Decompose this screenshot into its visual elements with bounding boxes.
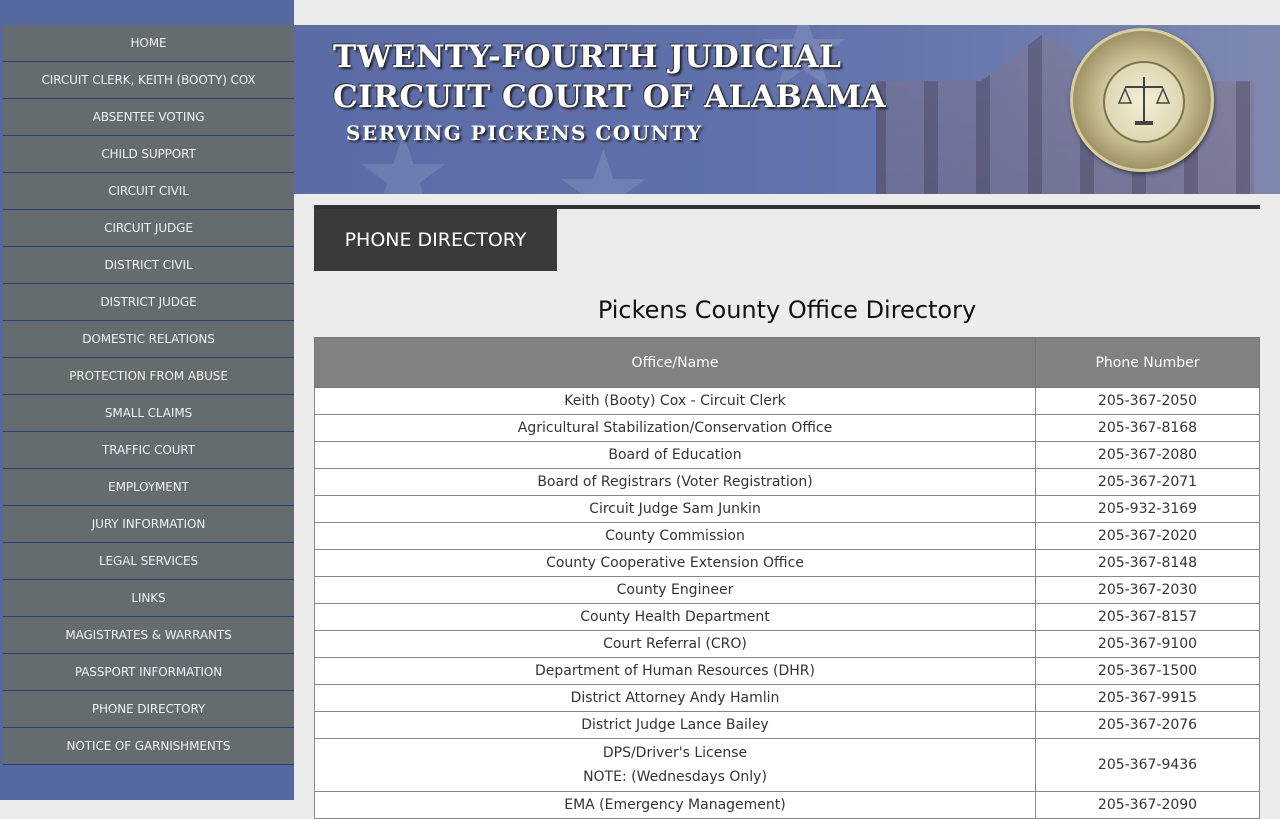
phone-number: 205-367-2030 bbox=[1035, 576, 1260, 604]
phone-number: 205-367-8148 bbox=[1035, 549, 1260, 577]
office-name: District Judge Lance Bailey bbox=[314, 711, 1036, 739]
phone-number: 205-367-2050 bbox=[1035, 387, 1260, 415]
site-subtitle: SERVING PICKENS COUNTY bbox=[346, 121, 703, 145]
sidebar-item-absentee-voting[interactable]: ABSENTEE VOTING bbox=[3, 99, 294, 136]
sidebar-item-circuit-judge[interactable]: CIRCUIT JUDGE bbox=[3, 210, 294, 247]
scales-of-justice-icon bbox=[1117, 77, 1171, 125]
state-seal-logo bbox=[1070, 28, 1214, 172]
sidebar-item-child-support[interactable]: CHILD SUPPORT bbox=[3, 136, 294, 173]
table-row: Board of Registrars (Voter Registration)… bbox=[314, 468, 1260, 496]
sidebar-item-phone-directory[interactable]: PHONE DIRECTORY bbox=[3, 691, 294, 728]
sidebar-item-magistrates-warrants[interactable]: MAGISTRATES & WARRANTS bbox=[3, 617, 294, 654]
phone-number: 205-367-2020 bbox=[1035, 522, 1260, 550]
table-row: County Health Department 205-367-8157 bbox=[314, 603, 1260, 631]
office-name: County Cooperative Extension Office bbox=[314, 549, 1036, 577]
office-note: NOTE: (Wednesdays Only) bbox=[583, 769, 767, 785]
office-name: Court Referral (CRO) bbox=[314, 630, 1036, 658]
table-header-row: Office/Name Phone Number bbox=[314, 337, 1260, 388]
sidebar-item-home[interactable]: HOME bbox=[3, 25, 294, 62]
office-name: Circuit Judge Sam Junkin bbox=[314, 495, 1036, 523]
sidebar-item-circuit-clerk[interactable]: CIRCUIT CLERK, KEITH (BOOTY) COX bbox=[3, 62, 294, 99]
sidebar-item-district-judge[interactable]: DISTRICT JUDGE bbox=[3, 284, 294, 321]
tab-phone-directory[interactable]: PHONE DIRECTORY bbox=[314, 209, 557, 271]
table-row: Keith (Booty) Cox - Circuit Clerk 205-367… bbox=[314, 387, 1260, 415]
phone-number: 205-367-2071 bbox=[1035, 468, 1260, 496]
sidebar-item-notice-of-garnishments[interactable]: NOTICE OF GARNISHMENTS bbox=[3, 728, 294, 765]
table-row: Department of Human Resources (DHR) 205-3… bbox=[314, 657, 1260, 685]
column-header-phone: Phone Number bbox=[1035, 337, 1260, 388]
sidebar-item-traffic-court[interactable]: TRAFFIC COURT bbox=[3, 432, 294, 469]
office-name-line: DPS/Driver's License bbox=[602, 745, 748, 761]
sidebar: HOME CIRCUIT CLERK, KEITH (BOOTY) COX AB… bbox=[0, 0, 294, 800]
directory-title: Pickens County Office Directory bbox=[597, 296, 977, 324]
phone-directory-table: Office/Name Phone Number Keith (Booty) C… bbox=[314, 337, 1260, 819]
office-name: Keith (Booty) Cox - Circuit Clerk bbox=[314, 387, 1036, 415]
table-row: Court Referral (CRO) 205-367-9100 bbox=[314, 630, 1260, 658]
phone-number: 205-367-8157 bbox=[1035, 603, 1260, 631]
table-row: EMA (Emergency Management) 205-367-2090 bbox=[314, 791, 1260, 819]
sidebar-item-protection-from-abuse[interactable]: PROTECTION FROM ABUSE bbox=[3, 358, 294, 395]
phone-number: 205-367-2090 bbox=[1035, 791, 1260, 819]
table-row: DPS/Driver's License NOTE: (Wednesdays O… bbox=[314, 738, 1260, 792]
sidebar-item-legal-services[interactable]: LEGAL SERVICES bbox=[3, 543, 294, 580]
office-name: County Health Department bbox=[314, 603, 1036, 631]
office-name: County Engineer bbox=[314, 576, 1036, 604]
sidebar-nav: HOME CIRCUIT CLERK, KEITH (BOOTY) COX AB… bbox=[3, 25, 294, 765]
office-name: County Commission bbox=[314, 522, 1036, 550]
column-header-office: Office/Name bbox=[314, 337, 1036, 388]
office-name: Board of Registrars (Voter Registration) bbox=[314, 468, 1036, 496]
office-name: Agricultural Stabilization/Conservation … bbox=[314, 414, 1036, 442]
sidebar-item-district-civil[interactable]: DISTRICT CIVIL bbox=[3, 247, 294, 284]
table-row: County Engineer 205-367-2030 bbox=[314, 576, 1260, 604]
office-name: Department of Human Resources (DHR) bbox=[314, 657, 1036, 685]
office-name: DPS/Driver's License NOTE: (Wednesdays O… bbox=[314, 738, 1036, 792]
table-row: County Commission 205-367-2020 bbox=[314, 522, 1260, 550]
header-banner: ★ ★ ★ TWENTY-FOURTH JUDICIAL CIRCUIT COU… bbox=[294, 25, 1280, 194]
phone-number: 205-367-9436 bbox=[1035, 738, 1260, 792]
phone-number: 205-367-8168 bbox=[1035, 414, 1260, 442]
table-row: Agricultural Stabilization/Conservation … bbox=[314, 414, 1260, 442]
sidebar-item-domestic-relations[interactable]: DOMESTIC RELATIONS bbox=[3, 321, 294, 358]
table-row: District Attorney Andy Hamlin 205-367-991… bbox=[314, 684, 1260, 712]
sidebar-item-links[interactable]: LINKS bbox=[3, 580, 294, 617]
sidebar-item-small-claims[interactable]: SMALL CLAIMS bbox=[3, 395, 294, 432]
table-row: District Judge Lance Bailey 205-367-2076 bbox=[314, 711, 1260, 739]
table-row: Circuit Judge Sam Junkin 205-932-3169 bbox=[314, 495, 1260, 523]
office-name: District Attorney Andy Hamlin bbox=[314, 684, 1036, 712]
phone-number: 205-367-1500 bbox=[1035, 657, 1260, 685]
office-name: Board of Education bbox=[314, 441, 1036, 469]
phone-number: 205-932-3169 bbox=[1035, 495, 1260, 523]
sidebar-item-passport-information[interactable]: PASSPORT INFORMATION bbox=[3, 654, 294, 691]
site-title-line1: TWENTY-FOURTH JUDICIAL bbox=[333, 39, 842, 75]
phone-number: 205-367-2080 bbox=[1035, 441, 1260, 469]
sidebar-item-circuit-civil[interactable]: CIRCUIT CIVIL bbox=[3, 173, 294, 210]
sidebar-item-employment[interactable]: EMPLOYMENT bbox=[3, 469, 294, 506]
phone-number: 205-367-9100 bbox=[1035, 630, 1260, 658]
seal-center bbox=[1103, 61, 1185, 143]
sidebar-item-jury-information[interactable]: JURY INFORMATION bbox=[3, 506, 294, 543]
phone-number: 205-367-9915 bbox=[1035, 684, 1260, 712]
table-row: County Cooperative Extension Office 205-3… bbox=[314, 549, 1260, 577]
table-row: Board of Education 205-367-2080 bbox=[314, 441, 1260, 469]
site-title-line2: CIRCUIT COURT OF ALABAMA bbox=[333, 79, 887, 115]
office-name: EMA (Emergency Management) bbox=[314, 791, 1036, 819]
phone-number: 205-367-2076 bbox=[1035, 711, 1260, 739]
